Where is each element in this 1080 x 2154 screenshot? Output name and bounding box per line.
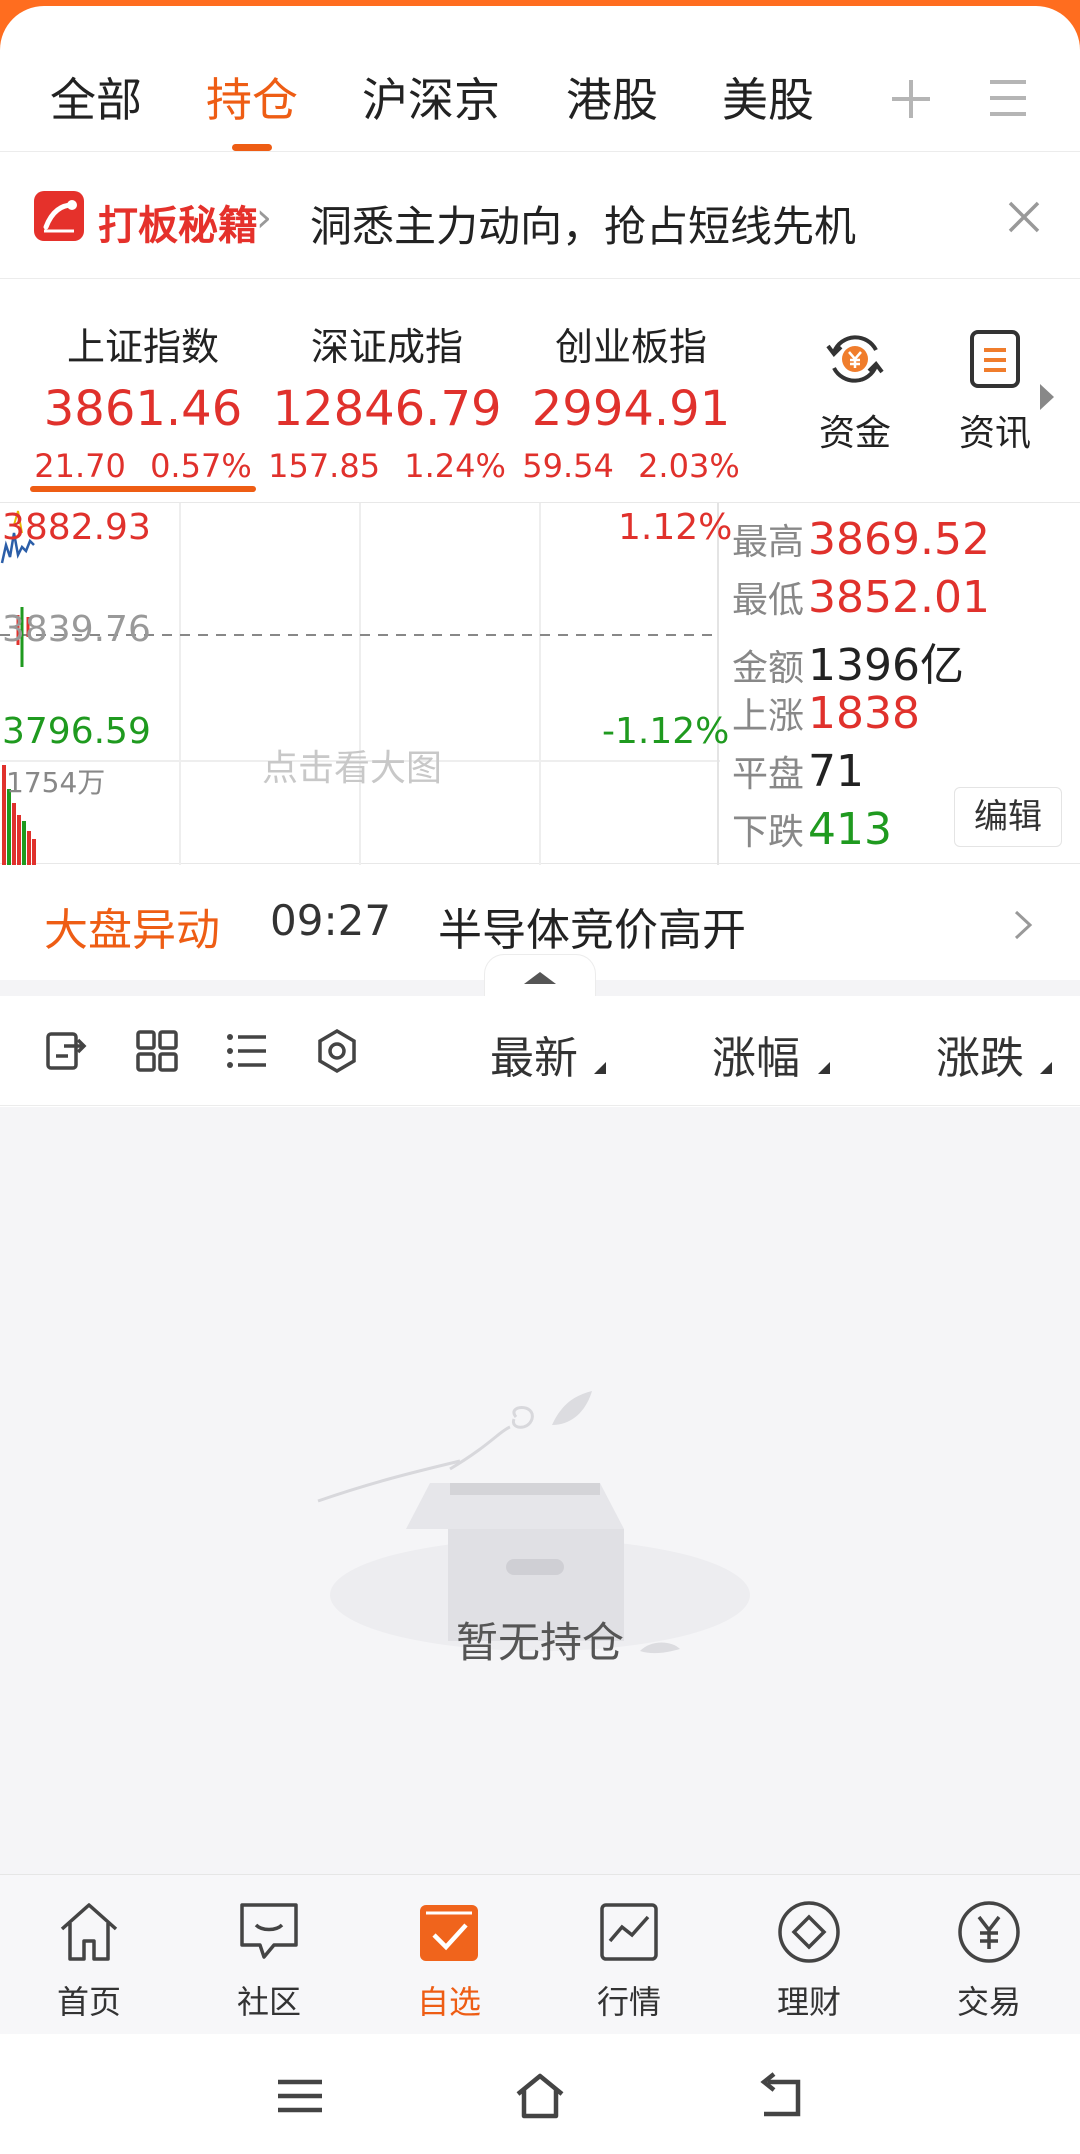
index-change: 59.54 2.03% [522,447,740,485]
nav-home[interactable]: 首页 [14,1897,164,2023]
chevron-right-icon [1014,910,1033,940]
category-tabs: 全部 持仓 沪深京 港股 美股 [0,6,1080,152]
collapse-up-icon [524,972,556,984]
sort-change-pct-button[interactable]: 涨幅 [712,1022,800,1086]
index-value: 12846.79 [272,381,502,437]
chart-canvas [0,503,720,865]
list-header: 最新 涨幅 涨跌 [0,996,1080,1106]
grid-view-icon[interactable] [134,1028,180,1074]
home-icon [60,1903,118,1961]
chart-volume-label: 1754万 [6,766,106,799]
promo-banner[interactable]: 打板秘籍 › 洞悉主力动向，抢占短线先机 [0,153,1080,279]
chart-pct-up-label: 1.12% [618,507,733,548]
settings-icon[interactable] [314,1028,360,1074]
index-value: 2994.91 [531,381,731,437]
chart-icon [600,1903,658,1961]
diamond-icon [778,1901,840,1963]
stat-low: 最低3852.01 [732,572,990,623]
nav-quotes[interactable]: 行情 [554,1897,704,2023]
system-nav-bar [0,2034,1080,2154]
promo-logo-icon [34,191,84,241]
index-change: 157.85 1.24% [268,447,506,485]
chart-pct-down-label: -1.12% [602,711,730,752]
scroll-right-arrow-icon[interactable] [1040,384,1054,410]
tab-hk-stocks[interactable]: 港股 [566,64,658,130]
empty-holdings: 暂无持仓 [0,1107,1080,1881]
index-card-shanghai[interactable]: 上证指数 3861.46 21.70 0.57% [18,316,268,485]
edit-button[interactable]: 编辑 [954,787,1062,847]
chart-enlarge-hint[interactable]: 点击看大图 [262,739,442,791]
tool-label: 资讯 [958,413,1031,454]
tool-label: 资金 [818,413,891,454]
index-card-chinext[interactable]: 创业板指 2994.91 59.54 2.03% [506,316,756,485]
sort-latest-button[interactable]: 最新 [490,1022,578,1086]
bottom-nav: 首页 社区 自选 行情 理财 交易 [0,1874,1080,2034]
promo-text: 洞悉主力动向，抢占短线先机 [310,202,857,251]
chart-low-label: 3796.59 [2,711,151,752]
empty-state-text: 暂无持仓 [455,1618,624,1667]
news-button[interactable]: 资讯 [940,328,1050,456]
active-index-indicator [30,486,256,492]
document-icon [970,330,1020,388]
tab-a-shares[interactable]: 沪深京 [362,64,500,130]
nav-community[interactable]: 社区 [194,1897,344,2023]
recent-apps-icon[interactable] [274,2070,326,2122]
market-move-time: 09:27 [270,896,392,945]
app-screen: 全部 持仓 沪深京 港股 美股 打板秘籍 › 洞悉主力动向，抢占短线先机 上证指… [0,6,1080,2154]
chevron-right-icon: › [256,195,272,241]
index-change: 21.70 0.57% [34,447,252,485]
watchlist-icon [420,1905,478,1961]
nav-wealth[interactable]: 理财 [734,1897,884,2023]
index-name: 创业板指 [554,325,707,369]
back-icon[interactable] [754,2070,806,2122]
chat-icon [240,1903,298,1959]
sort-change-button[interactable]: 涨跌 [936,1022,1024,1086]
import-icon[interactable] [44,1028,90,1074]
sort-icon [594,1062,606,1074]
nav-trade[interactable]: 交易 [914,1897,1064,2023]
list-view-icon[interactable] [224,1028,270,1074]
index-card-shenzhen[interactable]: 深证成指 12846.79 157.85 1.24% [262,316,512,485]
stat-high: 最高3869.52 [732,514,990,565]
stat-up-count: 上涨1838 [732,688,920,739]
nav-watchlist[interactable]: 自选 [374,1897,524,2023]
sort-icon [1040,1062,1052,1074]
yuan-icon [958,1901,1020,1963]
close-icon[interactable] [1004,197,1044,237]
market-move-text: 半导体竞价高开 [438,905,746,956]
stat-amount: 金额1396亿 [732,640,964,691]
tab-holdings[interactable]: 持仓 [206,64,298,130]
chart-mid-label: 3839.76 [2,609,151,650]
sort-icon [818,1062,830,1074]
menu-icon[interactable] [986,76,1030,120]
tab-all[interactable]: 全部 [50,64,142,130]
index-value: 3861.46 [43,381,243,437]
index-name: 上证指数 [66,325,219,369]
yuan-refresh-icon [826,335,884,383]
tab-us-stocks[interactable]: 美股 [722,64,814,130]
chart-high-label: 3882.93 [2,507,151,548]
intraday-chart[interactable]: 3882.93 1.12% 3839.76 3796.59 -1.12% 175… [0,502,1080,865]
capital-flow-button[interactable]: 资金 [800,328,910,456]
promo-brand: 打板秘籍 [98,203,258,249]
active-tab-indicator [232,144,272,151]
market-move-title: 大盘异动 [44,905,220,956]
home-button-icon[interactable] [514,2070,566,2122]
index-name: 深证成指 [310,325,463,369]
add-icon[interactable] [888,76,934,122]
